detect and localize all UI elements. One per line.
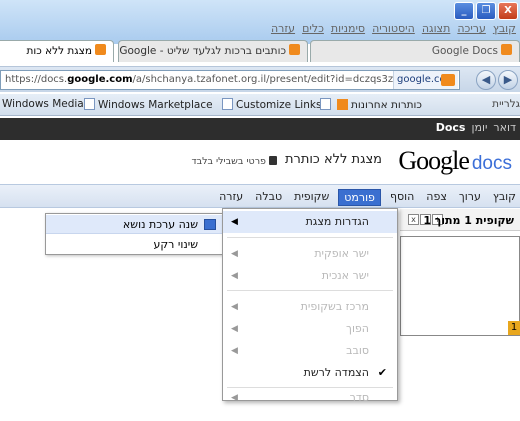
google-bar-links: דואר יומן Docs [436, 121, 516, 134]
menu-divider [227, 290, 393, 291]
privacy-status: פרטי בשבילי בלבד [191, 156, 277, 167]
maximize-button[interactable]: ❐ [476, 2, 496, 20]
submenu-change-theme[interactable]: שנה ערכת נושא [46, 215, 222, 234]
bookmark-windows-marketplace[interactable]: Windows Marketplace [84, 98, 213, 111]
menu-view[interactable]: תצוגה [422, 22, 450, 35]
docs-menu-file[interactable]: קובץ [493, 190, 516, 205]
menu-file[interactable]: קובץ [493, 22, 516, 35]
logo-word: Google [398, 146, 470, 175]
docs-menu-edit[interactable]: ערוך [459, 190, 481, 205]
format-menu-dropdown: הגדרות מצגת ◀ ישר אופקית ◀ ישר אנכית ◀ מרכז… [222, 208, 398, 404]
menu-edit[interactable]: עריכה [457, 22, 486, 35]
submenu-arrow-icon: ◀ [231, 249, 238, 259]
format-item-snap-to-grid[interactable]: ✔ הצמדה לרשת [223, 362, 397, 384]
format-item-arrange[interactable]: סדר ◀ [223, 387, 397, 409]
url-bold-domain: google.com [67, 74, 133, 85]
page-icon [320, 98, 331, 110]
navigation-toolbar: https://docs.google.com/a/shchanya.tzafo… [0, 66, 520, 92]
tab-gilad-greetings[interactable]: כותבים ברכות לגלעד שליט - Google" ... × [118, 40, 308, 62]
forward-arrow-icon[interactable]: ▶ [498, 70, 518, 90]
slide-panel-toolbar: x + שקופית 1 מתוך 1 [400, 209, 520, 231]
submenu-arrow-icon: ◀ [231, 324, 238, 334]
docs-menu-slide[interactable]: שקופית [294, 190, 329, 205]
rss-icon [337, 99, 348, 110]
tab-title: כותבים ברכות לגלעד שליט - Google" ... [119, 45, 286, 57]
minimize-button[interactable]: _ [454, 2, 474, 20]
google-bar: דואר יומן Docs [0, 118, 520, 140]
browser-titlebar: _ ❐ X קובץ עריכה תצוגה היסטוריה סימניות … [0, 0, 520, 44]
document-title[interactable]: מצגת ללא כותרת [285, 152, 382, 167]
url-prefix: https://docs. [5, 74, 68, 85]
docs-header: Google docs מצגת ללא כותרת פרטי בשבילי בל… [0, 140, 520, 180]
format-item-flip[interactable]: הפוך ◀ [223, 318, 397, 340]
format-item-align-vertical[interactable]: ישר אנכית ◀ [223, 265, 397, 287]
submenu-arrow-icon: ◀ [231, 393, 238, 403]
theme-icon [204, 219, 216, 230]
docs-favicon-icon [501, 44, 512, 55]
menu-bookmarks[interactable]: סימניות [331, 22, 365, 35]
logo-suffix: docs [471, 153, 512, 174]
submenu-arrow-icon: ◀ [231, 271, 238, 281]
address-bar[interactable]: https://docs.google.com/a/shchanya.tzafo… [0, 70, 460, 90]
tab-untitled-presentation[interactable]: מצגת ללא כות [0, 40, 114, 62]
bookmarks-toolbar: Windows Media Windows Marketplace Custom… [0, 94, 520, 116]
page-icon [84, 98, 95, 110]
back-arrow-icon[interactable]: ◀ [476, 70, 496, 90]
docs-menu-insert[interactable]: הוסף [390, 190, 414, 205]
submenu-arrow-icon: ◀ [231, 346, 238, 356]
link-docs[interactable]: Docs [436, 121, 466, 134]
bookmark-customize-links[interactable]: Customize Links [222, 98, 321, 111]
format-item-rotate[interactable]: סובב ◀ [223, 340, 397, 362]
slide-number-badge: 1 [508, 321, 520, 335]
docs-menu-table[interactable]: טבלה [255, 190, 282, 205]
window-controls: _ ❐ X [454, 2, 518, 20]
lock-icon [269, 156, 277, 165]
docs-menubar: קובץ ערוך צפה הוסף פורמט שקופית טבלה עזר… [0, 184, 520, 208]
site-favicon-icon [441, 74, 455, 86]
docs-menu-format[interactable]: פורמט [338, 189, 381, 206]
docs-favicon-icon [289, 44, 300, 55]
tab-title: Google Docs [431, 45, 498, 57]
page-icon [222, 98, 233, 110]
docs-menu-help[interactable]: עזרה [219, 190, 243, 205]
browser-tabs: מצגת ללא כות כותבים ברכות לגלעד שליט - G… [0, 40, 520, 62]
link-mail[interactable]: דואר [493, 121, 516, 134]
menu-tools[interactable]: כלים [302, 22, 324, 35]
menu-divider [227, 237, 393, 238]
presentation-settings-submenu: שנה ערכת נושא שינוי רקע [45, 213, 223, 255]
format-item-presentation-settings[interactable]: הגדרות מצגת ◀ [223, 211, 397, 233]
browser-menubar: קובץ עריכה תצוגה היסטוריה סימניות כלים ע… [271, 22, 520, 35]
format-item-align-horizontal[interactable]: ישר אופקית ◀ [223, 243, 397, 265]
slide-thumbnail[interactable] [400, 236, 520, 336]
bookmark-gallery[interactable]: גלריית [492, 98, 520, 110]
delete-slide-button[interactable]: x [408, 214, 419, 225]
menu-history[interactable]: היסטוריה [372, 22, 415, 35]
menu-help[interactable]: עזרה [271, 22, 295, 35]
nav-arrows: ◀ ▶ [476, 70, 518, 90]
tab-title: מצגת ללא כות [26, 45, 92, 57]
docs-menu-view[interactable]: צפה [426, 190, 447, 205]
submenu-arrow-icon: ◀ [231, 302, 238, 312]
link-calendar[interactable]: יומן [471, 121, 487, 134]
google-docs-logo[interactable]: Google docs [398, 146, 512, 176]
submenu-change-background[interactable]: שינוי רקע [46, 235, 222, 254]
bookmark-windows-media[interactable]: Windows Media [2, 98, 84, 110]
format-item-center-on-slide[interactable]: מרכז בשקופית ◀ [223, 296, 397, 318]
submenu-arrow-icon: ◀ [231, 217, 238, 227]
tab-google-docs[interactable]: Google Docs [310, 40, 520, 62]
slide-counter: שקופית 1 מתוך 1 [423, 214, 514, 227]
bookmark-latest-headlines[interactable]: כותרות אחרונות [320, 98, 422, 111]
checkmark-icon: ✔ [377, 366, 387, 379]
close-window-button[interactable]: X [498, 2, 518, 20]
docs-favicon-icon [95, 44, 106, 55]
